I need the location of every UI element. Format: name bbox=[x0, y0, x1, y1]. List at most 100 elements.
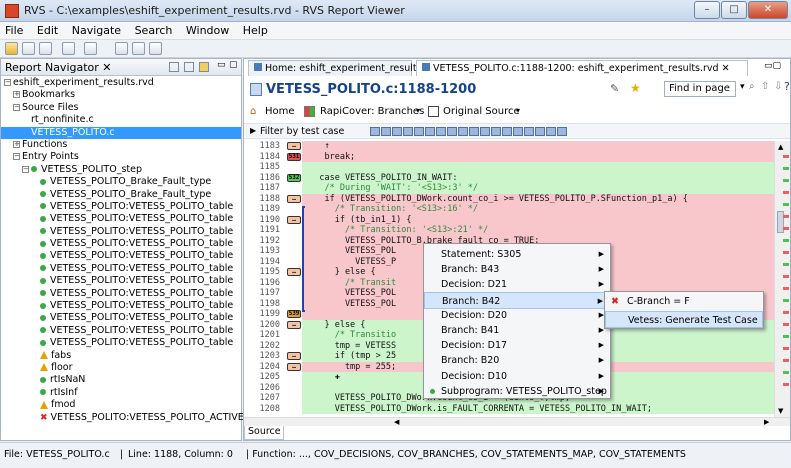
tree-item[interactable]: fmod bbox=[1, 399, 241, 411]
expand-icon[interactable]: + bbox=[13, 140, 20, 148]
tree-item[interactable]: + Functions bbox=[1, 139, 241, 151]
rapicover-dropdown[interactable]: RapiCover: Branches bbox=[320, 106, 424, 117]
coverage-marker[interactable]: 531 bbox=[287, 152, 301, 161]
expand-icon[interactable]: + bbox=[13, 91, 20, 99]
vertical-scrollbar[interactable]: ▲ ▼ bbox=[774, 141, 790, 417]
submenu-item[interactable]: ✖ C-Branch = F bbox=[605, 293, 763, 310]
tab-home[interactable]: Home: eshift_experiment_results.rvd bbox=[248, 60, 440, 76]
tree-item[interactable]: VETESS_POLITO:VETESS_POLITO_table bbox=[1, 275, 241, 287]
forward-icon[interactable] bbox=[84, 42, 97, 55]
test-case-filter-box[interactable] bbox=[458, 127, 468, 136]
menu-search[interactable]: Search bbox=[130, 22, 178, 37]
tree-item[interactable]: VETESS_POLITO:VETESS_POLITO_table bbox=[1, 288, 241, 300]
test-case-filter-box[interactable] bbox=[480, 127, 490, 136]
coverage-marker[interactable]: … bbox=[287, 215, 301, 224]
coverage-marker[interactable]: 532 bbox=[287, 173, 301, 182]
test-case-filter-box[interactable] bbox=[502, 127, 512, 136]
coverage-marker[interactable]: … bbox=[287, 268, 301, 276]
menu-window[interactable]: Window bbox=[181, 22, 234, 37]
test-case-filter-box[interactable] bbox=[436, 127, 446, 136]
menu-help[interactable]: Help bbox=[238, 22, 273, 37]
open-folder-icon[interactable] bbox=[5, 42, 18, 55]
tree-item[interactable]: VETESS_POLITO:VETESS_POLITO_table bbox=[1, 238, 241, 250]
submenu-item[interactable]: Vetess: Generate Test Case bbox=[605, 311, 763, 328]
test-case-filter-box[interactable] bbox=[491, 127, 501, 136]
minimize-view-icon[interactable]: ▭ bbox=[217, 60, 226, 70]
rapicover-chevron-icon[interactable]: ▾ bbox=[416, 106, 420, 115]
test-case-filter-box[interactable] bbox=[513, 127, 523, 136]
tree-item[interactable]: fabs bbox=[1, 350, 241, 362]
tree-item[interactable]: rt_nonfinite.c bbox=[1, 114, 241, 126]
test-case-filter-box[interactable] bbox=[557, 127, 567, 136]
find-down-icon[interactable]: ⇩ bbox=[774, 81, 782, 92]
report-navigator-title[interactable]: Report Navigator ✕ bbox=[5, 61, 112, 74]
maximize-button[interactable]: □ bbox=[721, 1, 747, 19]
help-icon[interactable]: ? bbox=[784, 80, 791, 93]
tree-item[interactable]: VETESS_POLITO_Brake_Fault_type bbox=[1, 176, 241, 188]
tree-item[interactable]: VETESS_POLITO:VETESS_POLITO_table bbox=[1, 213, 241, 225]
maximize-view-icon[interactable]: ▢ bbox=[229, 60, 238, 70]
test-case-filter-box[interactable] bbox=[546, 127, 556, 136]
tree-item[interactable]: + Bookmarks bbox=[1, 89, 241, 101]
close-button[interactable]: ✕ bbox=[748, 1, 788, 19]
back-icon[interactable] bbox=[62, 42, 75, 55]
tree-item[interactable]: ✖ VETESS_POLITO:VETESS_POLITO_ACTIVE bbox=[1, 412, 244, 424]
find-in-page-input[interactable]: Find in page bbox=[664, 81, 736, 97]
find-dropdown-icon[interactable]: ▾ bbox=[740, 82, 745, 92]
tree-item[interactable]: VETESS_POLITO:VETESS_POLITO_table bbox=[1, 201, 241, 213]
tree-item[interactable]: VETESS_POLITO:VETESS_POLITO_table bbox=[1, 325, 241, 337]
tree-item[interactable]: − Entry Points bbox=[1, 151, 241, 163]
test-case-filter-box[interactable] bbox=[370, 127, 380, 136]
tree-item[interactable]: − Source Files bbox=[1, 102, 241, 114]
original-source-chevron-icon[interactable]: ▾ bbox=[516, 106, 520, 115]
tree-item[interactable]: VETESS_POLITO:VETESS_POLITO_table bbox=[1, 226, 241, 238]
pin-icon[interactable]: ✎ bbox=[610, 82, 619, 95]
link-editor-icon[interactable] bbox=[199, 62, 209, 72]
collapse-icon[interactable]: − bbox=[4, 79, 11, 86]
tree-item[interactable]: VETESS_POLITO:VETESS_POLITO_table bbox=[1, 300, 241, 312]
tree-item[interactable]: VETESS_POLITO.c bbox=[1, 126, 241, 139]
minimize-editor-icon[interactable]: ▭▢ bbox=[764, 61, 781, 71]
tree-item[interactable]: − eshift_experiment_results.rvd bbox=[1, 77, 241, 89]
test-case-filter-box[interactable] bbox=[524, 127, 534, 136]
tree-item[interactable]: VETESS_POLITO:VETESS_POLITO_table bbox=[1, 250, 241, 262]
scroll-left-icon[interactable]: ◀ bbox=[394, 418, 399, 426]
tree-item[interactable]: VETESS_POLITO:VETESS_POLITO_table bbox=[1, 337, 241, 349]
collapse-icon[interactable]: − bbox=[22, 165, 29, 173]
scroll-up-icon[interactable]: ▲ bbox=[778, 143, 783, 151]
tree-item[interactable]: rtIsNaN bbox=[1, 374, 241, 386]
collapse-icon[interactable]: − bbox=[13, 103, 20, 111]
bookmark-star-icon[interactable]: ★ bbox=[630, 81, 641, 95]
save-icon[interactable] bbox=[22, 42, 35, 55]
scroll-down-icon[interactable]: ▼ bbox=[778, 407, 783, 415]
original-source-checkbox[interactable] bbox=[428, 106, 439, 117]
test-case-filter-box[interactable] bbox=[414, 127, 424, 136]
filter-expand-icon[interactable]: ▶ bbox=[250, 126, 256, 135]
test-case-filter-box[interactable] bbox=[392, 127, 402, 136]
coverage-marker[interactable]: 539 bbox=[287, 310, 301, 318]
test-case-filter-box[interactable] bbox=[381, 127, 391, 136]
test-case-filter-box[interactable] bbox=[535, 127, 545, 136]
test-case-filter-box[interactable] bbox=[447, 127, 457, 136]
test-case-filter-box[interactable] bbox=[425, 127, 435, 136]
test-case-filter-box[interactable] bbox=[403, 127, 413, 136]
tree-item[interactable]: VETESS_POLITO_Brake_Fault_type bbox=[1, 189, 241, 201]
scroll-right-icon[interactable]: ▶ bbox=[764, 418, 769, 426]
tab-source-file[interactable]: VETESS_POLITO.c:1188-1200: eshift_experi… bbox=[416, 60, 748, 76]
coverage-marker[interactable]: … bbox=[287, 194, 301, 203]
toggle-view-icon[interactable] bbox=[115, 42, 128, 55]
coverage-marker[interactable]: … bbox=[287, 142, 301, 150]
coverage-marker[interactable]: … bbox=[287, 362, 301, 371]
tree-item[interactable]: − VETESS_POLITO_step bbox=[1, 164, 241, 176]
menu-navigate[interactable]: Navigate bbox=[67, 22, 126, 37]
test-case-filter-box[interactable] bbox=[469, 127, 479, 136]
menu-file[interactable]: File bbox=[0, 22, 28, 37]
find-search-icon[interactable]: ⌕ bbox=[749, 81, 755, 92]
context-menu-item[interactable]: Subprogram: VETESS_POLITO_step ▶ bbox=[424, 383, 610, 400]
collapse-icon[interactable]: − bbox=[13, 153, 20, 161]
horizontal-scrollbar[interactable]: ◀ ▶ bbox=[244, 417, 790, 426]
tab-source-view[interactable]: Source bbox=[244, 426, 284, 440]
coverage-marker[interactable]: … bbox=[287, 352, 301, 360]
find-up-icon[interactable]: ⇧ bbox=[761, 81, 769, 92]
tree-item[interactable]: floor bbox=[1, 362, 241, 374]
